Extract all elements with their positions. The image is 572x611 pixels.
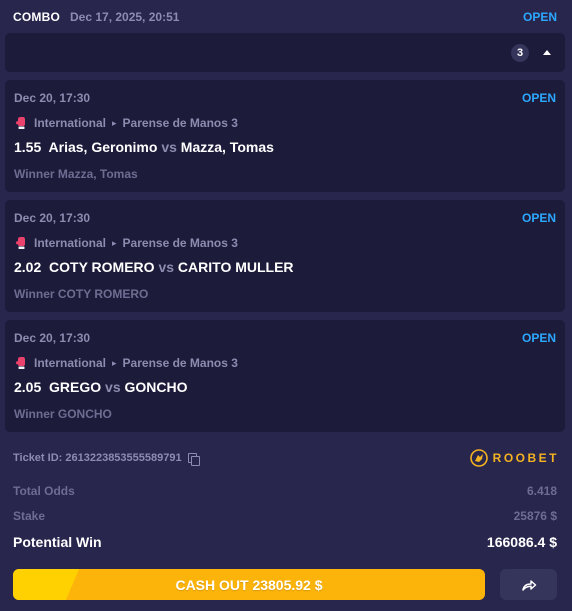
breadcrumb-separator: ▸ [112,117,117,128]
selection-count-badge: 3 [511,43,529,62]
ticket-id: Ticket ID: 2613223853555589791 [13,452,200,466]
league-name[interactable]: Parense de Manos 3 [123,236,238,250]
event-date: Dec 20, 17:30 [14,91,91,105]
potential-win-row: Potential Win 166086.4 $ [13,534,557,550]
vs-label: vs [158,259,175,275]
bet-selection-card: Dec 20, 17:30 OPEN International ▸ Paren… [5,320,565,432]
potential-win-label: Potential Win [13,534,102,550]
ticket-id-text: Ticket ID: 2613223853555589791 [13,452,182,464]
league-category[interactable]: International [34,356,106,370]
home-competitor: COTY ROMERO [49,259,155,275]
breadcrumb-separator: ▸ [112,237,117,248]
total-odds-row: Total Odds 6.418 [13,484,557,498]
boxing-glove-icon [16,357,25,369]
event-league: International ▸ Parense de Manos 3 [14,236,238,250]
selection-matchup[interactable]: 2.02 COTY ROMERO vs CARITO MULLER [14,259,294,275]
selections-toggle[interactable]: 3 [5,33,565,72]
total-odds-value: 6.418 [526,484,557,498]
league-name[interactable]: Parense de Manos 3 [123,116,238,130]
selection-market: Winner Mazza, Tomas [14,167,138,181]
stake-value: 25876 $ [513,509,557,523]
selection-status: OPEN [521,331,556,345]
chevron-up-icon[interactable] [543,50,551,55]
home-competitor: Arias, Geronimo [48,139,158,155]
stake-label: Stake [13,509,46,523]
total-odds-label: Total Odds [13,484,75,498]
bet-status: OPEN [522,10,557,24]
away-competitor: CARITO MULLER [177,259,294,275]
event-date: Dec 20, 17:30 [14,211,91,225]
selection-odds: 2.05 [14,379,42,395]
cashout-label: CASH OUT 23805.92 $ [175,576,323,593]
event-date: Dec 20, 17:30 [14,331,91,345]
selection-odds: 2.02 [14,259,42,275]
brand-name: ROOBET [492,451,559,465]
selection-market: Winner COTY ROMERO [14,287,149,301]
breadcrumb-separator: ▸ [112,357,117,368]
ticket-info: Ticket ID: 2613223853555589791 ROOBET [13,447,559,469]
share-arrow-icon [521,579,536,591]
event-league: International ▸ Parense de Manos 3 [14,116,238,130]
selection-odds: 1.55 [14,139,42,155]
home-competitor: GREGO [49,379,102,395]
potential-win-value: 166086.4 $ [486,534,557,550]
cashout-button[interactable]: CASH OUT 23805.92 $ [13,569,485,600]
bet-selection-card: Dec 20, 17:30 OPEN International ▸ Paren… [5,80,565,192]
selection-matchup[interactable]: 2.05 GREGO vs GONCHO [14,379,188,395]
league-category[interactable]: International [34,236,106,250]
league-category[interactable]: International [34,116,106,130]
selection-status: OPEN [521,91,556,105]
away-competitor: Mazza, Tomas [180,139,274,155]
boxing-glove-icon [16,237,25,249]
selection-status: OPEN [521,211,556,225]
away-competitor: GONCHO [124,379,188,395]
bet-selection-card: Dec 20, 17:30 OPEN International ▸ Paren… [5,200,565,312]
copy-icon[interactable] [187,452,200,466]
brand-logo: ROOBET [469,449,559,467]
share-button[interactable] [500,569,557,600]
selection-market: Winner GONCHO [14,407,112,421]
boxing-glove-icon [16,117,25,129]
selection-matchup[interactable]: 1.55 Arias, Geronimo vs Mazza, Tomas [14,139,274,155]
stake-row: Stake 25876 $ [13,509,557,523]
bet-placed-date: Dec 17, 2025, 20:51 [70,10,180,24]
vs-label: vs [161,139,177,155]
bet-type-label: COMBO [13,10,60,24]
roobet-kangaroo-icon [469,449,488,467]
league-name[interactable]: Parense de Manos 3 [123,356,238,370]
cashout-progress-fill [13,569,80,600]
vs-label: vs [105,379,121,395]
event-league: International ▸ Parense de Manos 3 [14,356,238,370]
bet-header: COMBO Dec 17, 2025, 20:51 OPEN [13,8,557,26]
